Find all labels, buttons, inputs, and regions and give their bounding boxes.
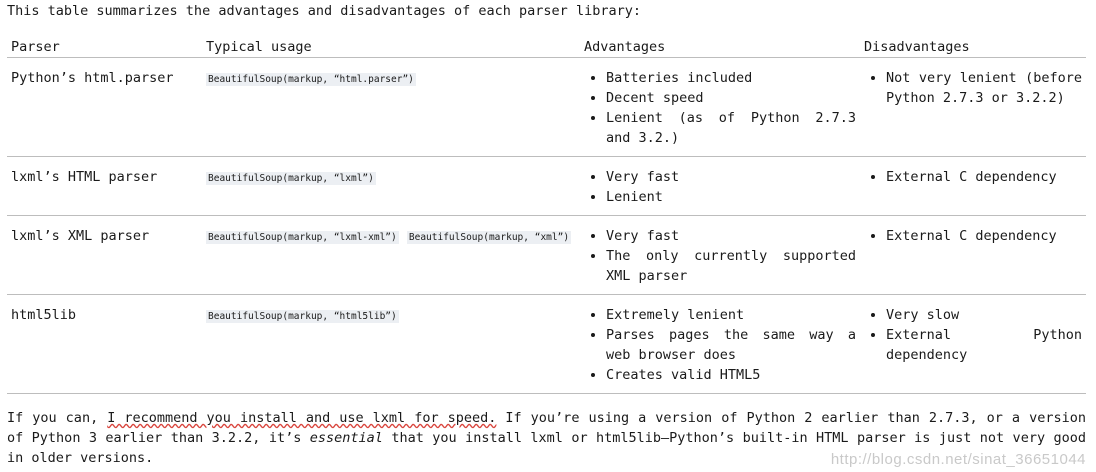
parser-name: lxml’s HTML parser [7, 156, 202, 216]
parser-name: Python’s html.parser [7, 57, 202, 157]
disadvantages-cell: Not very lenient (before Python 2.7.3 or… [860, 57, 1086, 157]
advantages-cell: Very fast The only currently supported X… [580, 215, 860, 295]
parser-name: html5lib [7, 294, 202, 394]
advantage-item: Very fast [606, 167, 856, 187]
usage-code: BeautifulSoup(markup, “lxml-xml”) [206, 231, 399, 244]
advantage-item: Very fast [606, 226, 856, 246]
advantage-item: Batteries included [606, 68, 856, 88]
emphasis-text: essential [309, 430, 383, 446]
header-typical-usage: Typical usage [202, 36, 580, 58]
usage-cell: BeautifulSoup(markup, “lxml-xml”) Beauti… [202, 215, 580, 295]
advantages-cell: Extremely lenient Parses pages the same … [580, 294, 860, 394]
usage-cell: BeautifulSoup(markup, “html.parser”) [202, 57, 580, 157]
table-header-row: Parser Typical usage Advantages Disadvan… [7, 36, 1086, 58]
disadvantage-item: External C dependency [886, 167, 1082, 187]
recommendation-highlight: I recommend you install and use lxml for… [107, 410, 497, 426]
advantage-item: Parses pages the same way a web browser … [606, 325, 856, 365]
table-row: lxml’s HTML parser BeautifulSoup(markup,… [7, 156, 1086, 216]
header-disadvantages: Disadvantages [860, 36, 1086, 58]
usage-code: BeautifulSoup(markup, “html5lib”) [206, 310, 399, 323]
advantage-item: Creates valid HTML5 [606, 365, 856, 385]
watermark: http://blog.csdn.net/sinat_36651044 [830, 451, 1086, 468]
usage-code: BeautifulSoup(markup, “lxml”) [206, 172, 376, 185]
disadvantage-item: External Python dependency [886, 325, 1082, 365]
advantages-cell: Very fast Lenient [580, 156, 860, 216]
table-row: html5lib BeautifulSoup(markup, “html5lib… [7, 294, 1086, 394]
disadvantage-item: Not very lenient (before Python 2.7.3 or… [886, 68, 1082, 108]
disadvantages-cell: External C dependency [860, 215, 1086, 295]
disadvantages-cell: Very slow External Python dependency [860, 294, 1086, 394]
table-row: Python’s html.parser BeautifulSoup(marku… [7, 57, 1086, 157]
disadvantage-item: External C dependency [886, 226, 1082, 246]
usage-cell: BeautifulSoup(markup, “html5lib”) [202, 294, 580, 394]
disadvantages-cell: External C dependency [860, 156, 1086, 216]
disadvantage-item: Very slow [886, 305, 1082, 325]
advantage-item: Lenient (as of Python 2.7.3 and 3.2.) [606, 108, 856, 148]
parser-name: lxml’s XML parser [7, 215, 202, 295]
header-advantages: Advantages [580, 36, 860, 58]
intro-text: This table summarizes the advantages and… [7, 3, 641, 19]
advantage-item: The only currently supported XML parser [606, 246, 856, 286]
parser-comparison-table: Parser Typical usage Advantages Disadvan… [7, 36, 1086, 394]
usage-code: BeautifulSoup(markup, “html.parser”) [206, 73, 416, 86]
usage-code: BeautifulSoup(markup, “xml”) [406, 231, 572, 244]
advantage-item: Decent speed [606, 88, 856, 108]
usage-cell: BeautifulSoup(markup, “lxml”) [202, 156, 580, 216]
recommendation-text: If you can, [7, 410, 108, 426]
header-parser: Parser [7, 36, 202, 58]
advantage-item: Extremely lenient [606, 305, 856, 325]
advantage-item: Lenient [606, 187, 856, 207]
advantages-cell: Batteries included Decent speed Lenient … [580, 57, 860, 157]
table-row: lxml’s XML parser BeautifulSoup(markup, … [7, 215, 1086, 295]
